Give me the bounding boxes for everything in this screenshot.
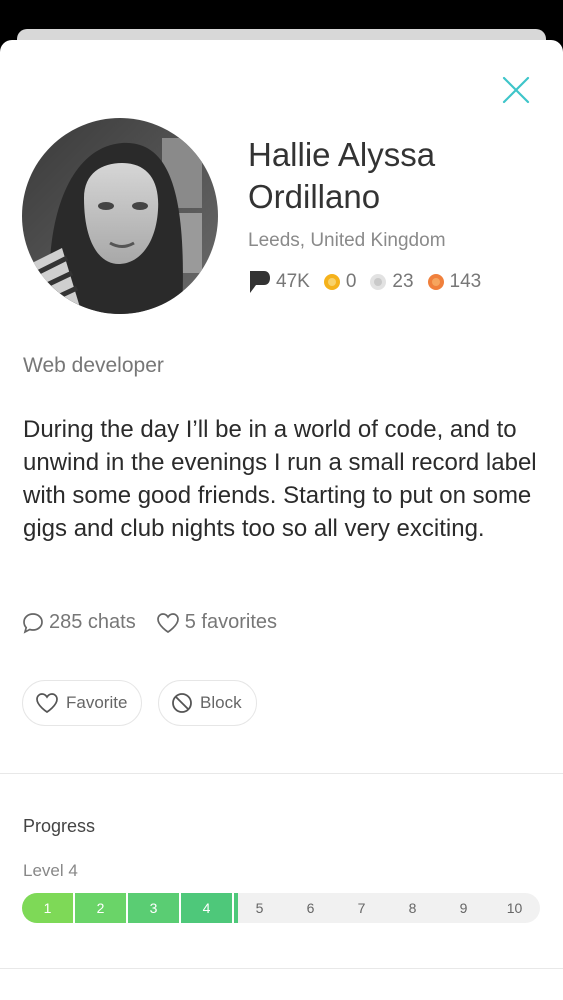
level-segment: 9 xyxy=(438,893,489,923)
job-title: Web developer xyxy=(23,354,164,377)
chats-count: 285 chats xyxy=(22,611,136,634)
level-number: 3 xyxy=(149,900,158,916)
favorite-button[interactable]: Favorite xyxy=(22,680,143,726)
silver-coin-icon xyxy=(370,274,387,290)
progress-title: Progress xyxy=(23,816,96,836)
stat-bronze: 143 xyxy=(426,271,482,293)
level-label: Level 4 xyxy=(23,861,78,880)
level-number: 1 xyxy=(43,900,52,916)
level-progress-bar: 1 2 3 4 5 6 7 8 9 10 xyxy=(22,893,540,923)
level-number: 6 xyxy=(306,900,315,916)
heart-icon xyxy=(36,693,58,714)
level-segment: 6 xyxy=(285,893,336,923)
counts-row: 285 chats 5 favorites xyxy=(22,611,297,634)
level-number: 7 xyxy=(357,900,366,916)
flag-icon xyxy=(250,271,270,293)
stat-gold: 0 xyxy=(322,271,357,293)
level-segment: 3 xyxy=(128,893,181,923)
block-button[interactable]: Block xyxy=(158,680,257,726)
stat-flag: 47K xyxy=(248,269,310,295)
favorite-button-label: Favorite xyxy=(66,693,128,712)
chats-count-label: 285 chats xyxy=(49,611,136,633)
block-button-label: Block xyxy=(200,693,242,712)
divider xyxy=(0,773,563,774)
avatar-photo xyxy=(22,118,218,314)
level-number: 9 xyxy=(459,900,468,916)
stat-silver: 23 xyxy=(368,271,414,293)
level-number: 5 xyxy=(255,900,264,916)
level-number: 10 xyxy=(506,900,523,916)
bronze-coin-icon xyxy=(427,274,444,290)
profile-location: Leeds, United Kingdom xyxy=(248,230,446,251)
favorites-count-label: 5 favorites xyxy=(184,611,277,633)
block-icon xyxy=(172,693,192,713)
stat-silver-value: 23 xyxy=(392,271,414,292)
level-segment: 8 xyxy=(387,893,438,923)
gold-coin-icon xyxy=(323,274,340,290)
close-button[interactable] xyxy=(501,75,531,105)
level-segment: 4 xyxy=(181,893,234,923)
stat-flag-value: 47K xyxy=(276,271,310,292)
level-segment: 10 xyxy=(489,893,540,923)
level-number: 8 xyxy=(408,900,417,916)
profile-name: Hallie Alyssa Ordillano xyxy=(248,136,436,215)
bio-text: During the day I’ll be in a world of cod… xyxy=(23,416,537,542)
stat-bronze-value: 143 xyxy=(449,271,482,292)
level-segment: 5 xyxy=(234,893,285,923)
heart-icon xyxy=(156,612,179,633)
level-number: 4 xyxy=(202,900,211,916)
avatar xyxy=(22,118,218,314)
close-icon xyxy=(502,76,530,104)
stat-gold-value: 0 xyxy=(345,271,357,292)
chat-bubble-icon xyxy=(23,612,43,634)
favorites-count: 5 favorites xyxy=(156,611,277,634)
stats-row: 47K 0 23 143 xyxy=(248,268,493,296)
level-segment: 1 xyxy=(22,893,75,923)
level-segment: 2 xyxy=(75,893,128,923)
level-number: 2 xyxy=(96,900,105,916)
level-segment: 7 xyxy=(336,893,387,923)
divider xyxy=(0,968,563,969)
